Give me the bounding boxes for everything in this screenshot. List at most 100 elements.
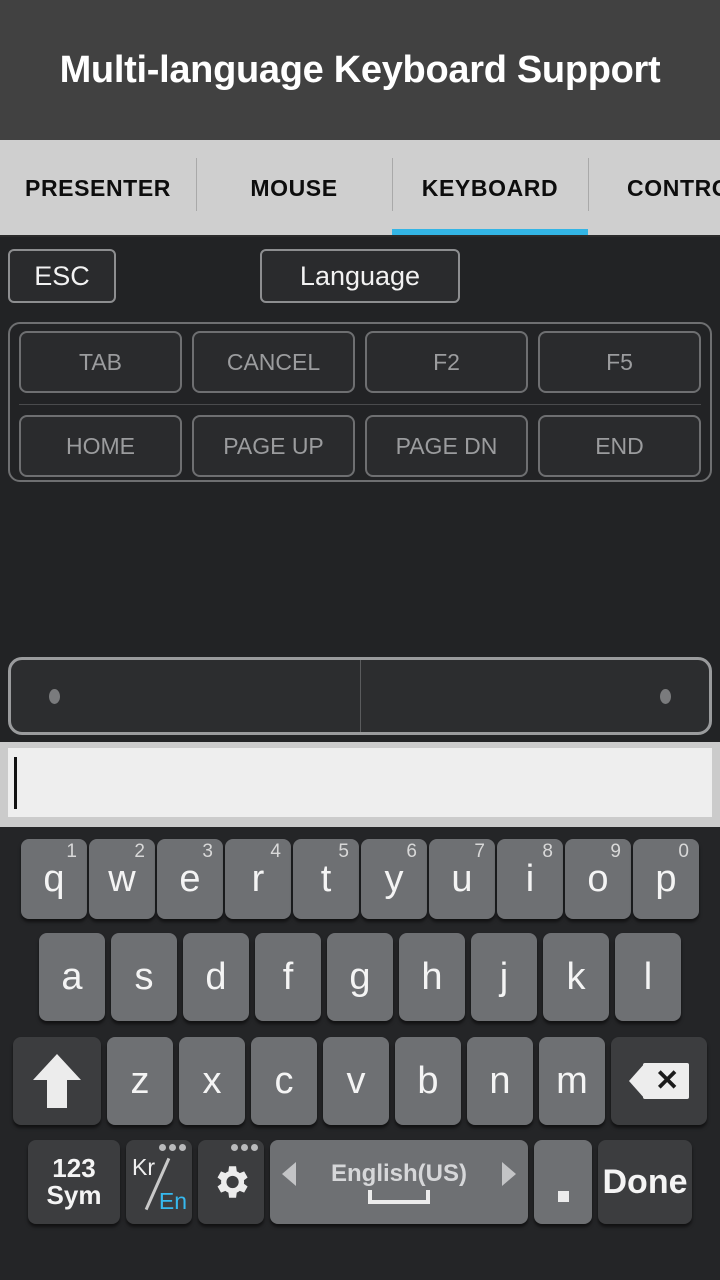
key-g[interactable]: g xyxy=(327,933,393,1021)
key-t[interactable]: 5t xyxy=(293,839,359,919)
key-e-label: e xyxy=(179,857,201,900)
page-up-key[interactable]: PAGE UP xyxy=(192,415,355,477)
tab-bar: PRESENTER MOUSE KEYBOARD CONTROL xyxy=(0,140,720,237)
key-w-label: w xyxy=(108,857,136,900)
tab-keyboard-label: KEYBOARD xyxy=(421,175,559,201)
soft-keyboard: 1q 2w 3e 4r 5t 6y 7u 8i 9o 0p a s d f g … xyxy=(0,827,720,1280)
remote-top-row: ESC Language xyxy=(0,249,720,309)
tab-indicator-active xyxy=(392,229,588,237)
key-n[interactable]: n xyxy=(467,1037,533,1125)
key-u-number: 7 xyxy=(474,841,485,862)
done-key[interactable]: Done xyxy=(598,1140,692,1224)
right-click-dot-icon xyxy=(660,688,671,704)
text-cursor xyxy=(14,757,17,809)
settings-key[interactable] xyxy=(198,1140,264,1224)
key-y[interactable]: 6y xyxy=(361,839,427,919)
key-a[interactable]: a xyxy=(39,933,105,1021)
three-dots-icon xyxy=(231,1144,258,1151)
key-q[interactable]: 1q xyxy=(21,839,87,919)
tab-control[interactable]: CONTROL xyxy=(588,140,720,237)
key-e[interactable]: 3e xyxy=(157,839,223,919)
key-x[interactable]: x xyxy=(179,1037,245,1125)
key-o-label: o xyxy=(587,857,609,900)
language-switch-icon: Kr En xyxy=(126,1140,192,1224)
esc-button[interactable]: ESC xyxy=(8,249,116,303)
tab-key[interactable]: TAB xyxy=(19,331,182,393)
key-y-label: y xyxy=(384,857,404,900)
key-u[interactable]: 7u xyxy=(429,839,495,919)
page-title: Multi-language Keyboard Support xyxy=(59,48,661,91)
key-v[interactable]: v xyxy=(323,1037,389,1125)
backspace-icon: ✕ xyxy=(629,1063,689,1099)
function-key-group: TAB CANCEL F2 F5 HOME PAGE UP PAGE DN EN… xyxy=(8,322,712,482)
tab-presenter[interactable]: PRESENTER xyxy=(0,140,196,237)
period-key[interactable] xyxy=(534,1140,592,1224)
key-w[interactable]: 2w xyxy=(89,839,155,919)
key-p-number: 0 xyxy=(678,841,689,862)
key-q-label: q xyxy=(43,857,65,900)
key-l[interactable]: l xyxy=(615,933,681,1021)
keyboard-row-1: 1q 2w 3e 4r 5t 6y 7u 8i 9o 0p xyxy=(4,833,716,925)
function-key-row-1: TAB CANCEL F2 F5 xyxy=(19,331,701,393)
key-t-number: 5 xyxy=(338,841,349,862)
f5-key[interactable]: F5 xyxy=(538,331,701,393)
left-click-dot-icon xyxy=(49,688,60,704)
tab-mouse[interactable]: MOUSE xyxy=(196,140,392,237)
prev-language-arrow-icon[interactable] xyxy=(282,1162,296,1186)
key-t-label: t xyxy=(320,857,332,900)
key-u-label: u xyxy=(451,857,473,900)
key-i-number: 8 xyxy=(542,841,553,862)
next-language-arrow-icon[interactable] xyxy=(502,1162,516,1186)
key-b[interactable]: b xyxy=(395,1037,461,1125)
key-s[interactable]: s xyxy=(111,933,177,1021)
key-m[interactable]: m xyxy=(539,1037,605,1125)
key-i-label: i xyxy=(525,857,535,900)
language-button[interactable]: Language xyxy=(260,249,460,303)
language-from-label: Kr xyxy=(132,1154,155,1180)
end-key[interactable]: END xyxy=(538,415,701,477)
left-click-button[interactable] xyxy=(11,660,360,732)
key-q-number: 1 xyxy=(66,841,77,862)
key-z[interactable]: z xyxy=(107,1037,173,1125)
keyboard-remote-panel: ESC Language TAB CANCEL F2 F5 HOME PAGE … xyxy=(0,237,720,742)
key-e-number: 3 xyxy=(202,841,213,862)
backspace-key[interactable]: ✕ xyxy=(611,1037,707,1125)
text-input-container xyxy=(0,742,720,827)
shift-key[interactable] xyxy=(13,1037,101,1125)
key-c[interactable]: c xyxy=(251,1037,317,1125)
language-to-label: En xyxy=(158,1188,187,1214)
key-j[interactable]: j xyxy=(471,933,537,1021)
tab-divider xyxy=(588,158,589,211)
cancel-key[interactable]: CANCEL xyxy=(192,331,355,393)
key-o[interactable]: 9o xyxy=(565,839,631,919)
tab-divider xyxy=(392,158,393,211)
space-key[interactable]: English(US) xyxy=(270,1140,528,1224)
home-key[interactable]: HOME xyxy=(19,415,182,477)
space-bar-icon xyxy=(368,1190,430,1204)
key-h[interactable]: h xyxy=(399,933,465,1021)
symbols-key-line2: Sym xyxy=(46,1180,102,1210)
tab-mouse-label: MOUSE xyxy=(250,175,338,201)
function-key-row-2: HOME PAGE UP PAGE DN END xyxy=(19,404,701,477)
key-w-number: 2 xyxy=(134,841,145,862)
gear-icon xyxy=(210,1161,252,1203)
tab-keyboard[interactable]: KEYBOARD xyxy=(392,140,588,237)
key-p[interactable]: 0p xyxy=(633,839,699,919)
symbols-key[interactable]: 123 Sym xyxy=(28,1140,120,1224)
key-p-label: p xyxy=(655,857,677,900)
page-down-key[interactable]: PAGE DN xyxy=(365,415,528,477)
key-k[interactable]: k xyxy=(543,933,609,1021)
f2-key[interactable]: F2 xyxy=(365,331,528,393)
keyboard-row-3: z x c v b n m ✕ xyxy=(4,1029,716,1133)
symbols-key-line1: 123 xyxy=(52,1152,96,1183)
key-r-label: r xyxy=(251,857,265,900)
mouse-button-bar xyxy=(8,657,712,735)
text-input-field[interactable] xyxy=(8,748,712,817)
key-r[interactable]: 4r xyxy=(225,839,291,919)
key-d[interactable]: d xyxy=(183,933,249,1021)
key-y-number: 6 xyxy=(406,841,417,862)
language-switch-key[interactable]: Kr En xyxy=(126,1140,192,1224)
key-i[interactable]: 8i xyxy=(497,839,563,919)
right-click-button[interactable] xyxy=(359,660,710,732)
key-f[interactable]: f xyxy=(255,933,321,1021)
